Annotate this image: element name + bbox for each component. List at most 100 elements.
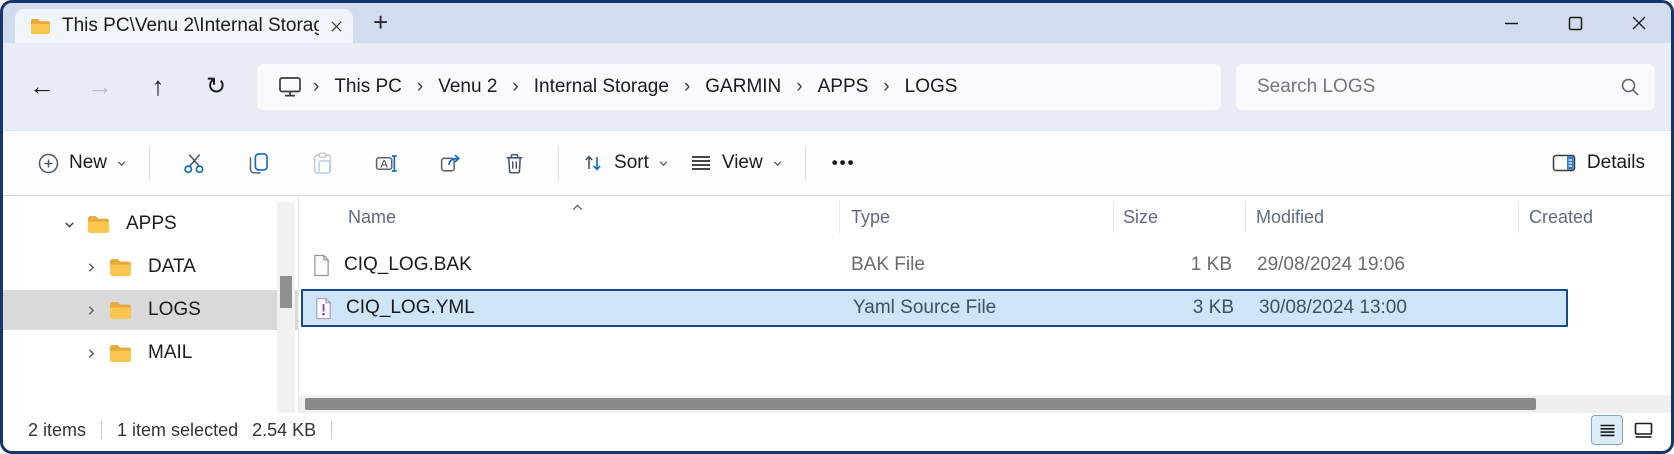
tree-item-data[interactable]: DATA (3, 247, 298, 287)
file-size: 3 KB (1116, 297, 1248, 319)
refresh-button[interactable]: ↻ (187, 63, 245, 111)
sort-button-label: Sort (614, 152, 649, 174)
close-button[interactable] (1607, 3, 1671, 43)
navigation-pane: APPS DATA LOGS MAIL (3, 196, 299, 413)
column-header-modified[interactable]: Modified (1246, 196, 1519, 238)
explorer-window: This PC\Venu 2\Internal Storag + ← → ↑ ↻ (0, 0, 1674, 454)
navigation-bar: ← → ↑ ↻ › This PC › Venu 2 › Internal St… (3, 43, 1671, 131)
more-options-button[interactable]: ••• (818, 153, 870, 173)
command-bar: New A Sort View (3, 131, 1671, 196)
chevron-right-icon[interactable] (83, 260, 99, 275)
chevron-right-icon: › (510, 76, 520, 98)
up-button[interactable]: ↑ (129, 63, 187, 111)
explorer-tab[interactable]: This PC\Venu 2\Internal Storag (15, 9, 353, 43)
cut-button[interactable] (162, 139, 226, 187)
new-tab-button[interactable]: + (373, 9, 388, 35)
tab-close-icon[interactable] (330, 20, 343, 33)
view-button[interactable]: View (679, 143, 793, 183)
folder-icon (109, 344, 132, 363)
chevron-right-icon: › (794, 76, 804, 98)
column-header-type[interactable]: Type (840, 196, 1114, 238)
chevron-right-icon[interactable] (83, 303, 99, 318)
maximize-button[interactable] (1543, 3, 1607, 43)
rename-button[interactable]: A (354, 139, 418, 187)
horizontal-scrollbar-thumb[interactable] (305, 398, 1536, 410)
chevron-down-icon (116, 158, 127, 169)
chevron-right-icon[interactable] (83, 346, 99, 361)
breadcrumb-item-garmin[interactable]: GARMIN (692, 72, 794, 102)
breadcrumb-item-logs[interactable]: LOGS (892, 72, 971, 102)
tree-item-mail[interactable]: MAIL (3, 333, 298, 373)
trash-icon (502, 151, 527, 176)
content-area: APPS DATA LOGS MAIL (3, 196, 1671, 413)
details-pane-button[interactable]: Details (1551, 152, 1645, 174)
svg-text:A: A (380, 158, 388, 170)
file-row-ciq-log-yml[interactable]: CIQ_LOG.YML Yaml Source File 3 KB 30/08/… (301, 289, 1568, 327)
folder-icon (30, 18, 51, 35)
tree-item-label: APPS (126, 213, 177, 235)
forward-button: → (71, 63, 129, 111)
clipboard-icon (310, 151, 335, 176)
column-header-size[interactable]: Size (1114, 196, 1246, 238)
scissors-icon (182, 151, 207, 176)
toolbar-separator (558, 146, 559, 180)
file-name: CIQ_LOG.YML (346, 297, 475, 319)
sort-button[interactable]: Sort (571, 143, 679, 183)
breadcrumb-item-this-pc[interactable]: This PC (321, 72, 415, 102)
view-toggles (1591, 415, 1659, 445)
tree-item-label: MAIL (148, 342, 192, 364)
tab-title: This PC\Venu 2\Internal Storag (62, 15, 319, 37)
chevron-down-icon[interactable] (61, 217, 77, 232)
file-row-ciq-log-bak[interactable]: CIQ_LOG.BAK BAK File 1 KB 29/08/2024 19:… (301, 248, 1568, 282)
tree-item-apps[interactable]: APPS (3, 204, 298, 244)
thumbnail-view-toggle[interactable] (1627, 415, 1659, 445)
list-lines-icon (689, 151, 713, 175)
tree-item-logs[interactable]: LOGS (3, 290, 298, 330)
sort-icon (581, 151, 605, 175)
sidebar-scrollbar-thumb[interactable] (280, 276, 292, 308)
breadcrumb-item-internal-storage[interactable]: Internal Storage (521, 72, 682, 102)
back-button[interactable]: ← (13, 63, 71, 111)
thumbnail-view-icon (1634, 422, 1653, 439)
file-icon (312, 254, 331, 277)
horizontal-scrollbar[interactable] (299, 395, 1671, 413)
chevron-down-icon (658, 158, 669, 169)
delete-button[interactable] (482, 139, 546, 187)
tab-bar: This PC\Venu 2\Internal Storag + (3, 3, 1671, 43)
toolbar-separator (149, 146, 150, 180)
details-pane-label: Details (1587, 152, 1645, 174)
share-icon (438, 151, 463, 176)
share-button[interactable] (418, 139, 482, 187)
new-button[interactable]: New (27, 144, 137, 183)
chevron-right-icon: › (415, 76, 425, 98)
selection-count: 1 item selected (117, 420, 238, 441)
file-size: 1 KB (1114, 254, 1246, 276)
breadcrumb-item-venu-2[interactable]: Venu 2 (425, 72, 510, 102)
file-rows: CIQ_LOG.BAK BAK File 1 KB 29/08/2024 19:… (299, 248, 1671, 327)
tree-item-label: DATA (148, 256, 196, 278)
plus-circle-icon (37, 152, 60, 175)
breadcrumb: › This PC › Venu 2 › Internal Storage › … (257, 64, 1221, 110)
chevron-right-icon: › (311, 76, 321, 98)
column-header-created[interactable]: Created (1519, 196, 1671, 238)
new-button-label: New (69, 152, 107, 174)
this-pc-icon[interactable] (265, 75, 311, 98)
sidebar-scrollbar[interactable] (277, 202, 295, 413)
copy-icon (246, 151, 271, 176)
search-box (1236, 64, 1655, 110)
file-list-pane: Name Type Size Modified Created CIQ_LOG.… (299, 196, 1671, 413)
minimize-button[interactable] (1479, 3, 1543, 43)
breadcrumb-item-apps[interactable]: APPS (805, 72, 882, 102)
status-bar: 2 items 1 item selected 2.54 KB (3, 413, 1671, 447)
search-icon[interactable] (1619, 76, 1641, 98)
file-name: CIQ_LOG.BAK (344, 254, 472, 276)
details-view-icon (1599, 423, 1616, 438)
view-button-label: View (722, 152, 763, 174)
copy-button[interactable] (226, 139, 290, 187)
details-view-toggle[interactable] (1591, 415, 1623, 445)
file-modified: 30/08/2024 13:00 (1248, 297, 1521, 319)
status-separator (331, 421, 332, 439)
search-input[interactable] (1255, 75, 1619, 99)
column-header-name[interactable]: Name (299, 196, 840, 238)
folder-icon (87, 215, 110, 234)
